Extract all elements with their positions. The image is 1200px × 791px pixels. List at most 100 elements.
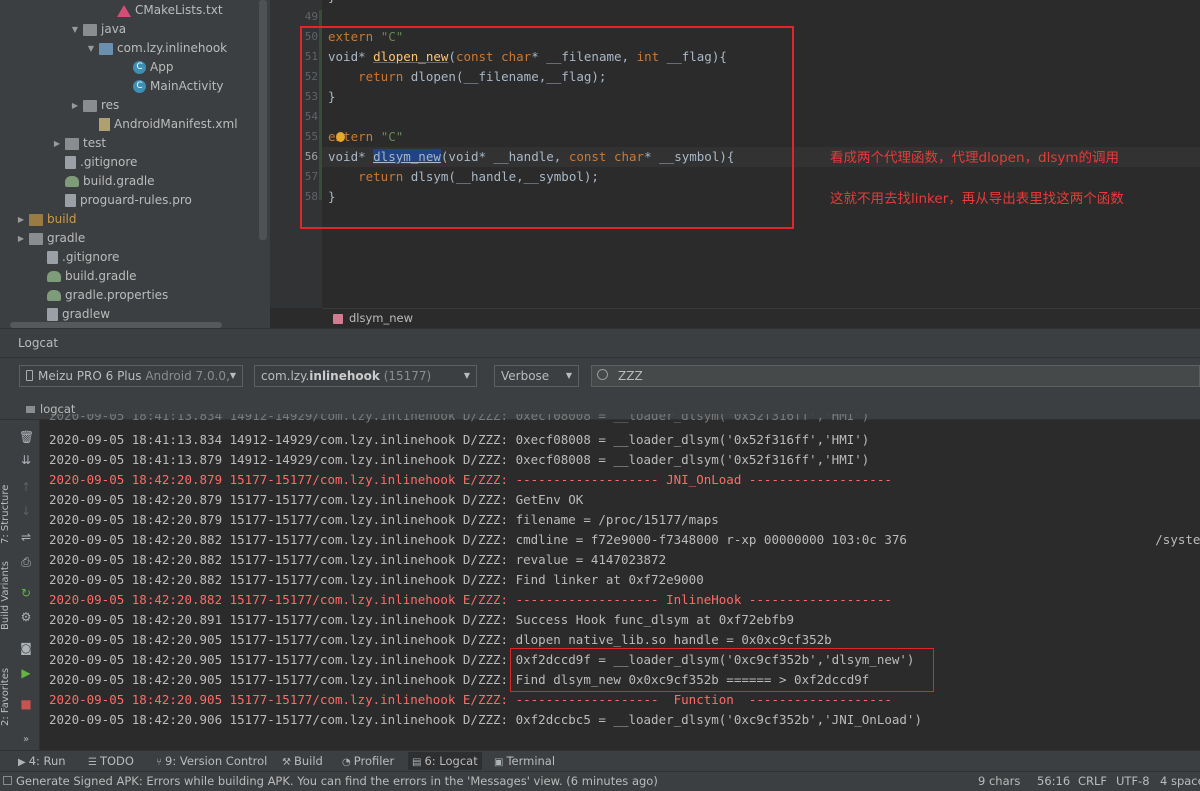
collapsed-arrow-icon[interactable]: ▶ <box>70 96 80 115</box>
process-name-bold: inlinehook <box>309 369 380 383</box>
caret-position[interactable]: 56:16 <box>1037 773 1070 789</box>
tree-item-label: build.gradle <box>83 174 155 188</box>
logcat-header <box>0 328 1200 358</box>
line-separator[interactable]: CRLF <box>1078 773 1107 789</box>
logcat-icon <box>26 406 35 413</box>
tree-item-label: MainActivity <box>150 79 224 93</box>
editor-breadcrumb-bar <box>322 308 1200 328</box>
chevron-down-icon: ▼ <box>565 371 572 380</box>
down-arrow-icon[interactable]: ↓ <box>19 504 33 518</box>
tool-tab-label: 9: Version Control <box>165 754 268 768</box>
expanded-arrow-icon[interactable]: ▼ <box>70 20 80 39</box>
folder-icon <box>65 137 79 150</box>
collapsed-arrow-icon[interactable]: ▶ <box>52 134 62 153</box>
tree-item[interactable]: CMakeLists.txt <box>104 1 223 20</box>
tree-item[interactable]: ▶ res <box>70 96 119 115</box>
tree-item-label: com.lzy.inlinehook <box>117 41 228 55</box>
trash-icon[interactable]: 🗑 <box>19 430 34 444</box>
tool-tab[interactable]: ▶ 4: Run <box>14 752 70 770</box>
tree-item[interactable]: gradle.properties <box>34 286 168 305</box>
tool-tab[interactable]: ⑂ 9: Version Control <box>152 752 271 770</box>
camera-icon[interactable]: ◙ <box>19 641 33 655</box>
process-pid: (15177) <box>383 369 432 383</box>
log-level-select[interactable]: Verbose ▼ <box>494 365 579 387</box>
up-arrow-icon[interactable]: ↑ <box>19 480 33 494</box>
terminal-icon: ▣ <box>494 757 504 768</box>
highlight-box-code <box>300 26 794 229</box>
vcs-icon: ⑂ <box>156 757 162 768</box>
folder-icon <box>83 99 97 112</box>
build-variants-tab[interactable]: Build Variants <box>0 556 12 630</box>
tree-item-label: proguard-rules.pro <box>80 193 192 207</box>
chevron-down-icon: ▼ <box>229 371 236 380</box>
tree-item-label: gradle <box>47 231 86 245</box>
print-icon[interactable]: ⎙ <box>19 555 33 569</box>
selection-chars: 9 chars <box>978 774 1021 788</box>
process-select[interactable]: com.lzy.inlinehook (15177) ▼ <box>254 365 477 387</box>
tree-item-label: build.gradle <box>65 269 137 283</box>
class-icon: C <box>133 61 146 74</box>
tool-tab[interactable]: ▤ 6: Logcat <box>408 752 482 770</box>
soft-wrap-icon[interactable]: ⇌ <box>19 530 33 544</box>
stop-icon[interactable]: ■ <box>19 697 33 711</box>
device-os: Android 7.0.0, <box>145 369 230 383</box>
tool-tab[interactable]: ☰ TODO <box>84 752 138 770</box>
profiler-icon: ◔ <box>342 757 351 768</box>
tree-item[interactable]: ▼ com.lzy.inlinehook <box>86 39 227 58</box>
favorites-tab[interactable]: 2: Favorites <box>0 660 12 726</box>
tool-tab-label: Build <box>293 754 323 768</box>
tool-tab-label: TODO <box>99 754 134 768</box>
expand-icon[interactable]: » <box>19 733 33 747</box>
tree-item[interactable]: build.gradle <box>52 172 155 191</box>
status-toggle-icon[interactable] <box>3 776 12 785</box>
collapsed-arrow-icon[interactable]: ▶ <box>16 229 26 248</box>
tree-item[interactable]: proguard-rules.pro <box>52 191 192 210</box>
tree-item[interactable]: C MainActivity <box>120 77 224 96</box>
tree-item-label: CMakeLists.txt <box>135 3 223 17</box>
device-select[interactable]: Meizu PRO 6 Plus Android 7.0.0, ▼ <box>19 365 243 387</box>
tool-tab[interactable]: ◔ Profiler <box>338 752 398 770</box>
tree-item[interactable]: build.gradle <box>34 267 137 286</box>
log-line: 2020-09-05 18:42:20.905 15177-15177/com.… <box>49 692 892 707</box>
log-line: 2020-09-05 18:42:20.882 15177-15177/com.… <box>49 532 1200 547</box>
tree-item[interactable]: ▶ test <box>52 134 106 153</box>
tool-tab[interactable]: ⚒ Build <box>278 752 327 770</box>
log-line: 2020-09-05 18:41:13.834 14912-14929/com.… <box>49 432 870 447</box>
tool-tab[interactable]: ▣ Terminal <box>490 752 559 770</box>
tool-tab-label: Terminal <box>506 754 556 768</box>
structure-tab[interactable]: 7: Structure <box>0 462 12 544</box>
restart-icon[interactable]: ↻ <box>19 586 33 600</box>
log-line: 2020-09-05 18:42:20.882 15177-15177/com.… <box>49 552 667 567</box>
annotation-text: 看成两个代理函数，代理dlopen，dlsym的调用 <box>830 150 1120 166</box>
code-line: } <box>328 0 336 7</box>
folder-icon <box>83 23 97 36</box>
highlight-box-log <box>510 648 934 692</box>
tree-item-label: res <box>101 98 120 112</box>
tree-item[interactable]: C App <box>120 58 173 77</box>
file-icon <box>65 194 76 207</box>
tree-item[interactable]: ▼ java <box>70 20 126 39</box>
device-icon <box>26 370 33 381</box>
tree-item[interactable]: ▶ gradle <box>16 229 85 248</box>
gear-icon[interactable]: ⚙ <box>19 610 33 624</box>
tree-item-label: .gitignore <box>62 250 120 264</box>
file-encoding[interactable]: UTF-8 <box>1116 773 1150 789</box>
log-level-value: Verbose <box>501 369 550 383</box>
breadcrumb[interactable]: dlsym_new <box>333 310 413 327</box>
project-tree-scrollbar[interactable] <box>259 0 267 240</box>
collapsed-arrow-icon[interactable]: ▶ <box>16 210 26 229</box>
record-video-icon[interactable]: ▶ <box>19 666 33 680</box>
tree-item[interactable]: .gitignore <box>52 153 137 172</box>
file-icon <box>65 156 76 169</box>
indent-setting[interactable]: 4 spaces <box>1160 773 1200 789</box>
file-icon <box>47 308 58 321</box>
expanded-arrow-icon[interactable]: ▼ <box>86 39 96 58</box>
tree-item[interactable]: .gitignore <box>34 248 119 267</box>
tree-item[interactable]: AndroidManifest.xml <box>86 115 238 134</box>
device-name: Meizu PRO 6 Plus <box>38 369 142 383</box>
status-message[interactable]: Generate Signed APK: Errors while buildi… <box>16 773 658 789</box>
logcat-search-input[interactable]: ZZZ <box>591 365 1200 387</box>
tree-item[interactable]: ▶ build <box>16 210 77 229</box>
line-number: 49 <box>304 10 318 23</box>
scroll-to-end-icon[interactable]: ⇊ <box>19 453 33 467</box>
